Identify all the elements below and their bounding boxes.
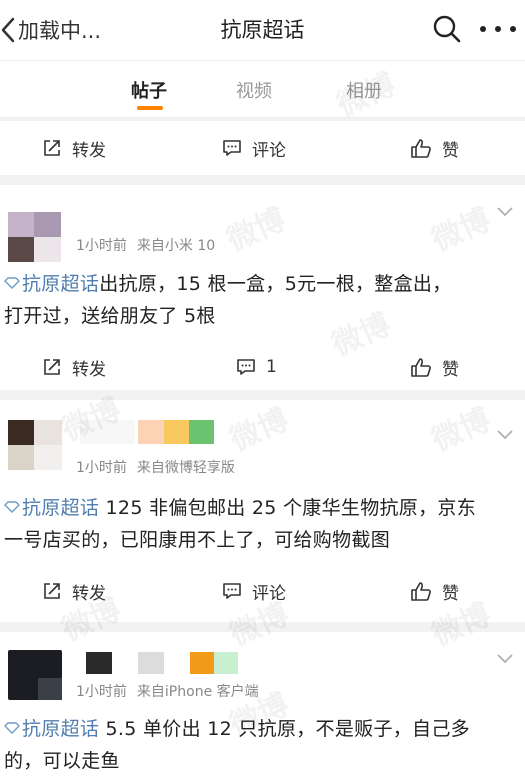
chevron-down-icon[interactable] (497, 207, 513, 217)
post-meta: 1小时前 来自微博轻享版 (76, 457, 235, 477)
post-text: 抗原超话 5.5 单价出 12 只抗原，不是贩子，自己多 的，可以走鱼 (4, 713, 514, 777)
post-card: 1小时前 来自微博轻享版 抗原超话 125 非偏包邮出 25 个康华生物抗原，京东… (0, 400, 525, 622)
chevron-down-icon[interactable] (497, 430, 513, 440)
post-line: 一号店买的，已阳康用不上了，可给购物截图 (4, 529, 391, 551)
post-text: 抗原超话 125 非偏包邮出 25 个康华生物抗原，京东 一号店买的，已阳康用不… (4, 492, 514, 556)
repost-label: 转发 (72, 140, 106, 161)
post-source: 来自小米 10 (136, 238, 216, 254)
comment-label: 评论 (252, 140, 286, 161)
post-actions: 转发 评论 赞 (0, 123, 525, 173)
top-bar: 加载中... 抗原超话 (0, 0, 525, 60)
diamond-icon (4, 277, 20, 289)
comment-button[interactable]: 1 (236, 342, 277, 392)
like-label: 赞 (442, 140, 459, 161)
post-card: 1小时前 来自小米 10 抗原超话出抗原，15 根一盒，5元一根，整盒出， 打开过… (0, 185, 525, 390)
post-text: 抗原超话出抗原，15 根一盒，5元一根，整盒出， 打开过，送给朋友了 5根 (4, 268, 514, 332)
search-icon[interactable] (432, 14, 462, 44)
post-actions: 转发 1 赞 (0, 342, 525, 392)
tab-posts[interactable]: 帖子 (131, 77, 167, 103)
thumbs-up-icon (411, 582, 431, 601)
post-line-text: 出抗原，15 根一盒，5元一根，整盒出， (99, 273, 452, 295)
comment-label: 评论 (252, 583, 286, 604)
comment-button[interactable]: 评论 (222, 566, 286, 616)
topic-link[interactable]: 抗原超话 (22, 718, 99, 740)
topic-link[interactable]: 抗原超话 (22, 497, 99, 519)
repost-icon (44, 583, 60, 599)
post-card: 1小时前 来自iPhone 客户端 抗原超话 5.5 单价出 12 只抗原，不是贩… (0, 632, 525, 781)
thumbs-up-icon (411, 358, 431, 377)
thumbs-up-icon (411, 139, 431, 158)
repost-button[interactable]: 转发 (42, 566, 106, 616)
repost-label: 转发 (72, 583, 106, 604)
comment-count: 1 (266, 357, 277, 377)
diamond-icon (4, 722, 20, 734)
post-meta: 1小时前 来自小米 10 (76, 235, 215, 255)
post-line: 抗原超话 125 非偏包邮出 25 个康华生物抗原，京东 (4, 492, 514, 524)
more-icon[interactable] (480, 26, 516, 34)
like-label: 赞 (442, 359, 459, 380)
repost-icon (44, 359, 60, 375)
tab-album[interactable]: 相册 (346, 77, 382, 103)
post-actions: 转发 评论 赞 (0, 566, 525, 616)
post-card: 转发 评论 赞 (0, 121, 525, 175)
like-label: 赞 (442, 583, 459, 604)
comment-icon (223, 583, 241, 599)
repost-icon (44, 140, 60, 156)
chevron-down-icon[interactable] (497, 654, 513, 664)
post-time: 1小时前 (76, 460, 127, 476)
topic-link[interactable]: 抗原超话 (22, 273, 99, 295)
repost-button[interactable]: 转发 (42, 342, 106, 392)
like-button[interactable]: 赞 (410, 342, 459, 392)
tab-bar: 帖子 视频 相册 (0, 60, 525, 118)
like-button[interactable]: 赞 (410, 566, 459, 616)
post-line-text: 5.5 单价出 12 只抗原，不是贩子，自己多 (99, 718, 470, 740)
post-line: 打开过，送给朋友了 5根 (4, 305, 216, 327)
post-line-text: 125 非偏包邮出 25 个康华生物抗原，京东 (99, 497, 477, 519)
post-line: 抗原超话 5.5 单价出 12 只抗原，不是贩子，自己多 (4, 713, 514, 745)
post-meta: 1小时前 来自iPhone 客户端 (76, 681, 259, 701)
repost-label: 转发 (72, 359, 106, 380)
post-source: 来自iPhone 客户端 (136, 684, 259, 700)
repost-button[interactable]: 转发 (42, 123, 106, 173)
comment-button[interactable]: 评论 (222, 123, 286, 173)
active-tab-indicator (137, 106, 163, 110)
post-line: 抗原超话出抗原，15 根一盒，5元一根，整盒出， (4, 268, 514, 300)
post-line: 的，可以走鱼 (4, 750, 120, 772)
post-time: 1小时前 (76, 238, 127, 254)
post-time: 1小时前 (76, 684, 127, 700)
diamond-icon (4, 501, 20, 513)
tab-videos[interactable]: 视频 (236, 77, 272, 103)
post-source: 来自微博轻享版 (136, 460, 235, 476)
comment-icon (237, 359, 255, 375)
comment-icon (223, 140, 241, 156)
like-button[interactable]: 赞 (410, 123, 459, 173)
